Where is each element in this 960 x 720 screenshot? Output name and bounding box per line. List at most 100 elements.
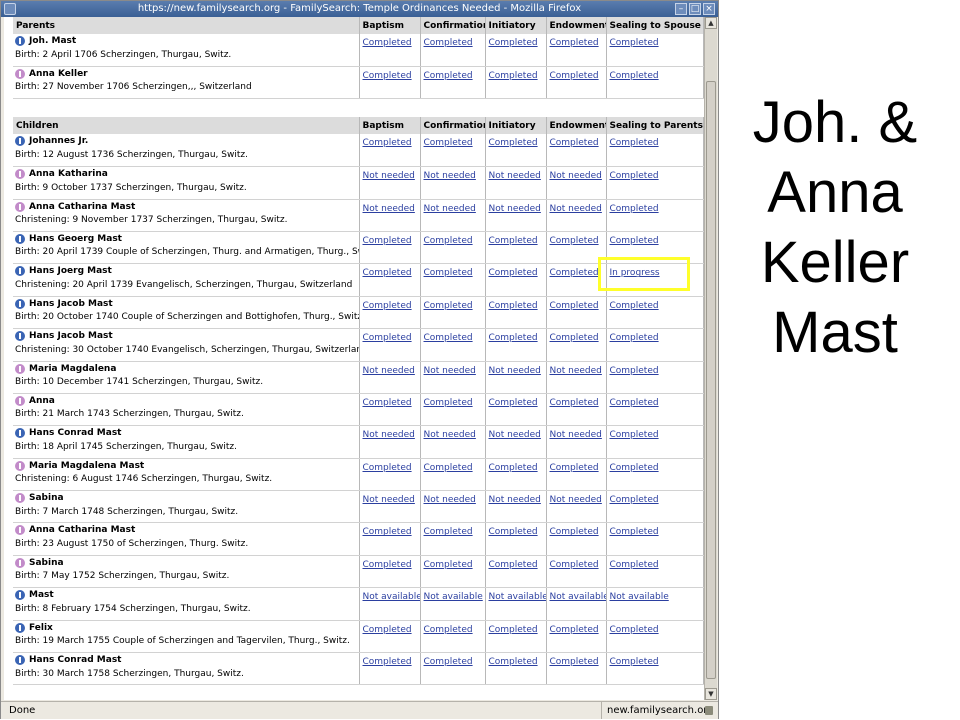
ordinance-status-link[interactable]: Completed [489,527,538,537]
ordinance-status-link[interactable]: Completed [489,301,538,311]
ordinance-status-link[interactable]: Completed [610,495,659,505]
scroll-up-icon[interactable]: ▲ [705,17,717,29]
ordinance-status-link[interactable]: Completed [424,625,473,635]
person-name[interactable]: Maria Magdalena [29,364,116,374]
ordinance-status-link[interactable]: Not needed [550,495,602,505]
person-name[interactable]: Anna [29,396,55,406]
person-name[interactable]: Mast [29,590,54,600]
ordinance-status-link[interactable]: Completed [363,268,412,278]
ordinance-status-link[interactable]: Completed [610,625,659,635]
ordinance-status-link[interactable]: Not needed [550,171,602,181]
ordinance-status-link[interactable]: Not available [610,592,669,602]
ordinance-status-link[interactable]: Completed [610,71,659,81]
ordinance-status-link[interactable]: Completed [363,625,412,635]
ordinance-status-link[interactable]: Completed [363,301,412,311]
window-menu-icon[interactable] [4,3,16,15]
ordinance-status-link[interactable]: Completed [610,138,659,148]
ordinance-status-link[interactable]: Completed [489,138,538,148]
female-person-icon[interactable] [15,460,25,471]
ordinance-status-link[interactable]: Completed [424,527,473,537]
ordinance-status-link[interactable]: Not needed [489,366,541,376]
close-icon[interactable]: × [703,3,715,15]
person-name[interactable]: Hans Geoerg Mast [29,234,122,244]
person-name[interactable]: Hans Joerg Mast [29,266,112,276]
female-person-icon[interactable] [15,169,25,180]
ordinance-status-link[interactable]: Completed [550,38,599,48]
ordinance-status-link[interactable]: Completed [550,625,599,635]
ordinance-status-link[interactable]: Not needed [550,430,602,440]
ordinance-status-link[interactable]: Completed [424,398,473,408]
male-person-icon[interactable] [15,655,25,666]
ordinance-status-link[interactable]: Completed [363,138,412,148]
ordinance-status-link[interactable]: Completed [489,463,538,473]
person-name[interactable]: Felix [29,623,53,633]
male-person-icon[interactable] [15,428,25,439]
person-name[interactable]: Joh. Mast [29,36,76,46]
ordinance-status-link[interactable]: Completed [489,657,538,667]
person-name[interactable]: Hans Conrad Mast [29,428,121,438]
ordinance-status-link[interactable]: Not available [424,592,483,602]
male-person-icon[interactable] [15,331,25,342]
ordinance-status-link[interactable]: Not needed [363,171,415,181]
minimize-icon[interactable]: – [675,3,687,15]
ordinance-status-link[interactable]: Not needed [424,366,476,376]
ordinance-status-link[interactable]: Not available [550,592,606,602]
person-name[interactable]: Sabina [29,493,64,503]
ordinance-status-link[interactable]: Completed [550,71,599,81]
person-name[interactable]: Anna Catharina Mast [29,202,135,212]
ordinance-status-link[interactable]: Not needed [363,430,415,440]
vertical-scrollbar[interactable]: ▲ ▼ [704,17,717,700]
ordinance-status-link[interactable]: Not needed [424,495,476,505]
female-person-icon[interactable] [15,201,25,212]
male-person-icon[interactable] [15,233,25,244]
ordinance-status-link[interactable]: Not needed [550,366,602,376]
male-person-icon[interactable] [15,266,25,277]
ordinance-status-link[interactable]: Completed [424,657,473,667]
scrollbar-thumb[interactable] [706,81,716,679]
female-person-icon[interactable] [15,493,25,504]
person-name[interactable]: Hans Jacob Mast [29,299,113,309]
ordinance-status-link[interactable]: Completed [610,204,659,214]
ordinance-status-link[interactable]: Completed [610,333,659,343]
male-person-icon[interactable] [15,298,25,309]
ordinance-status-link[interactable]: Completed [610,236,659,246]
ordinance-status-link[interactable]: Completed [363,398,412,408]
ordinance-status-link[interactable]: Completed [489,268,538,278]
person-name[interactable]: Hans Jacob Mast [29,331,113,341]
ordinance-status-link[interactable]: Completed [610,430,659,440]
ordinance-status-link[interactable]: Not needed [363,204,415,214]
person-name[interactable]: Anna Catharina Mast [29,525,135,535]
ordinance-status-link[interactable]: Completed [610,398,659,408]
ordinance-status-link[interactable]: Completed [550,236,599,246]
ordinance-status-link[interactable]: Completed [550,463,599,473]
title-bar[interactable]: https://new.familysearch.org - FamilySea… [1,1,718,17]
ordinance-status-link[interactable]: Not needed [424,430,476,440]
ordinance-status-link[interactable]: Completed [489,38,538,48]
ordinance-status-link[interactable]: Completed [610,657,659,667]
male-person-icon[interactable] [15,136,25,147]
female-person-icon[interactable] [15,363,25,374]
ordinance-status-link[interactable]: Completed [363,463,412,473]
ordinance-status-link[interactable]: In progress [610,268,660,278]
ordinance-status-link[interactable]: Completed [363,236,412,246]
ordinance-status-link[interactable]: Completed [610,527,659,537]
ordinance-status-link[interactable]: Not available [489,592,546,602]
ordinance-status-link[interactable]: Completed [363,560,412,570]
person-name[interactable]: Sabina [29,558,64,568]
ordinance-status-link[interactable]: Completed [424,138,473,148]
ordinance-status-link[interactable]: Completed [550,268,599,278]
ordinance-status-link[interactable]: Not needed [363,366,415,376]
ordinance-status-link[interactable]: Completed [610,560,659,570]
ordinance-status-link[interactable]: Not needed [363,495,415,505]
ordinance-status-link[interactable]: Completed [424,301,473,311]
ordinance-status-link[interactable]: Not needed [489,204,541,214]
person-name[interactable]: Maria Magdalena Mast [29,461,144,471]
ordinance-status-link[interactable]: Not needed [489,495,541,505]
ordinance-status-link[interactable]: Completed [424,333,473,343]
ordinance-status-link[interactable]: Completed [550,398,599,408]
maximize-icon[interactable]: □ [689,3,701,15]
ordinance-status-link[interactable]: Completed [550,560,599,570]
female-person-icon[interactable] [15,68,25,79]
ordinance-status-link[interactable]: Completed [550,301,599,311]
ordinance-status-link[interactable]: Completed [610,301,659,311]
